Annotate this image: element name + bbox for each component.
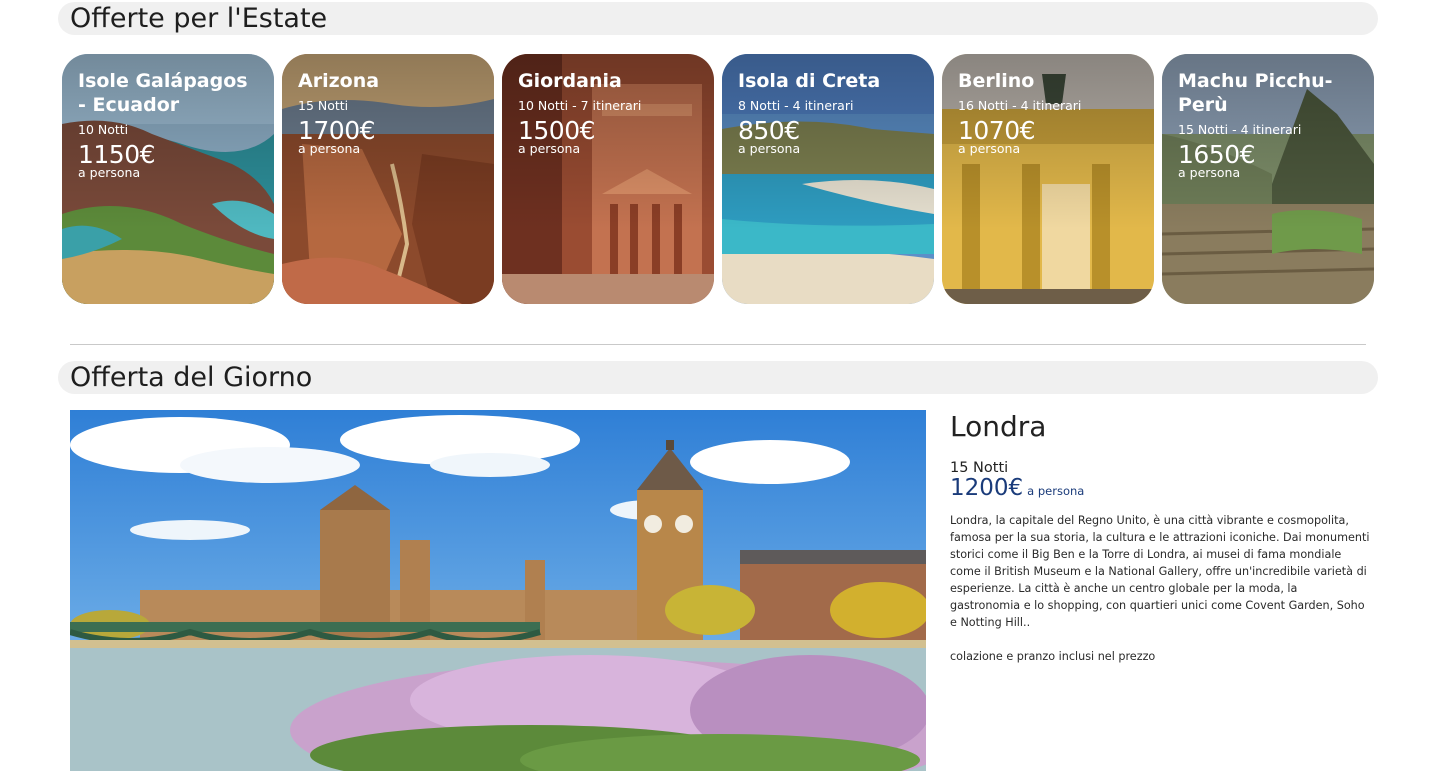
- daily-offer-included: colazione e pranzo inclusi nel prezzo: [950, 650, 1156, 663]
- daily-offer-per-person: a persona: [1027, 484, 1085, 498]
- daily-offer-nights: 15 Notti: [950, 460, 1009, 476]
- offer-card-per-person: a persona: [518, 141, 581, 156]
- offer-card-name: Isole Galápagos - Ecuador: [78, 70, 248, 116]
- offer-card-arizona[interactable]: Arizona 15 Notti 1700€ a persona: [282, 54, 494, 304]
- offer-card-machu-picchu[interactable]: Machu Picchu- Perù 15 Notti - 4 itinerar…: [1162, 54, 1374, 304]
- offer-card-galapagos[interactable]: Isole Galápagos - Ecuador 10 Notti 1150€…: [62, 54, 274, 304]
- london-image: [70, 410, 926, 771]
- summer-offers-list: Isole Galápagos - Ecuador 10 Notti 1150€…: [62, 54, 1374, 304]
- offer-card-nights: 10 Notti: [78, 122, 129, 137]
- offer-card-name: Isola di Creta: [738, 70, 881, 92]
- offer-card-nights: 15 Notti - 4 itinerari: [1178, 122, 1302, 137]
- offer-card-per-person: a persona: [78, 165, 141, 180]
- offer-card-per-person: a persona: [298, 141, 361, 156]
- daily-offer-price-line: 1200€ a persona: [950, 476, 1370, 503]
- offer-card-nights: 16 Notti - 4 itinerari: [958, 98, 1082, 113]
- offer-card-nights: 8 Notti - 4 itinerari: [738, 98, 854, 113]
- offer-card-name: Arizona: [298, 70, 380, 92]
- daily-offer-description: Londra, la capitale del Regno Unito, è u…: [950, 514, 1370, 629]
- offer-card-name: Berlino: [958, 70, 1035, 92]
- offer-card-name: Machu Picchu- Perù: [1178, 70, 1333, 116]
- offer-card-creta[interactable]: Isola di Creta 8 Notti - 4 itinerari 850…: [722, 54, 934, 304]
- offer-card-nights: 15 Notti: [298, 98, 349, 113]
- daily-offer-title: Offerta del Giorno: [58, 361, 1378, 394]
- offer-card-berlino[interactable]: Berlino 16 Notti - 4 itinerari 1070€ a p…: [942, 54, 1154, 304]
- section-divider: [70, 344, 1366, 345]
- london-hero-image[interactable]: [70, 410, 926, 771]
- offer-card-giordania[interactable]: Giordania 10 Notti - 7 itinerari 1500€ a…: [502, 54, 714, 304]
- offer-card-per-person: a persona: [958, 141, 1021, 156]
- offer-card-per-person: a persona: [738, 141, 801, 156]
- offer-card-nights: 10 Notti - 7 itinerari: [518, 98, 642, 113]
- offer-card-name: Giordania: [518, 70, 622, 92]
- daily-offer-price: 1200€: [950, 475, 1024, 501]
- daily-offer-details: Londra 15 Notti 1200€ a persona Londra, l…: [950, 410, 1370, 665]
- summer-offers-title: Offerte per l'Estate: [58, 2, 1378, 35]
- offer-card-per-person: a persona: [1178, 165, 1241, 180]
- daily-offer-city: Londra: [950, 410, 1047, 443]
